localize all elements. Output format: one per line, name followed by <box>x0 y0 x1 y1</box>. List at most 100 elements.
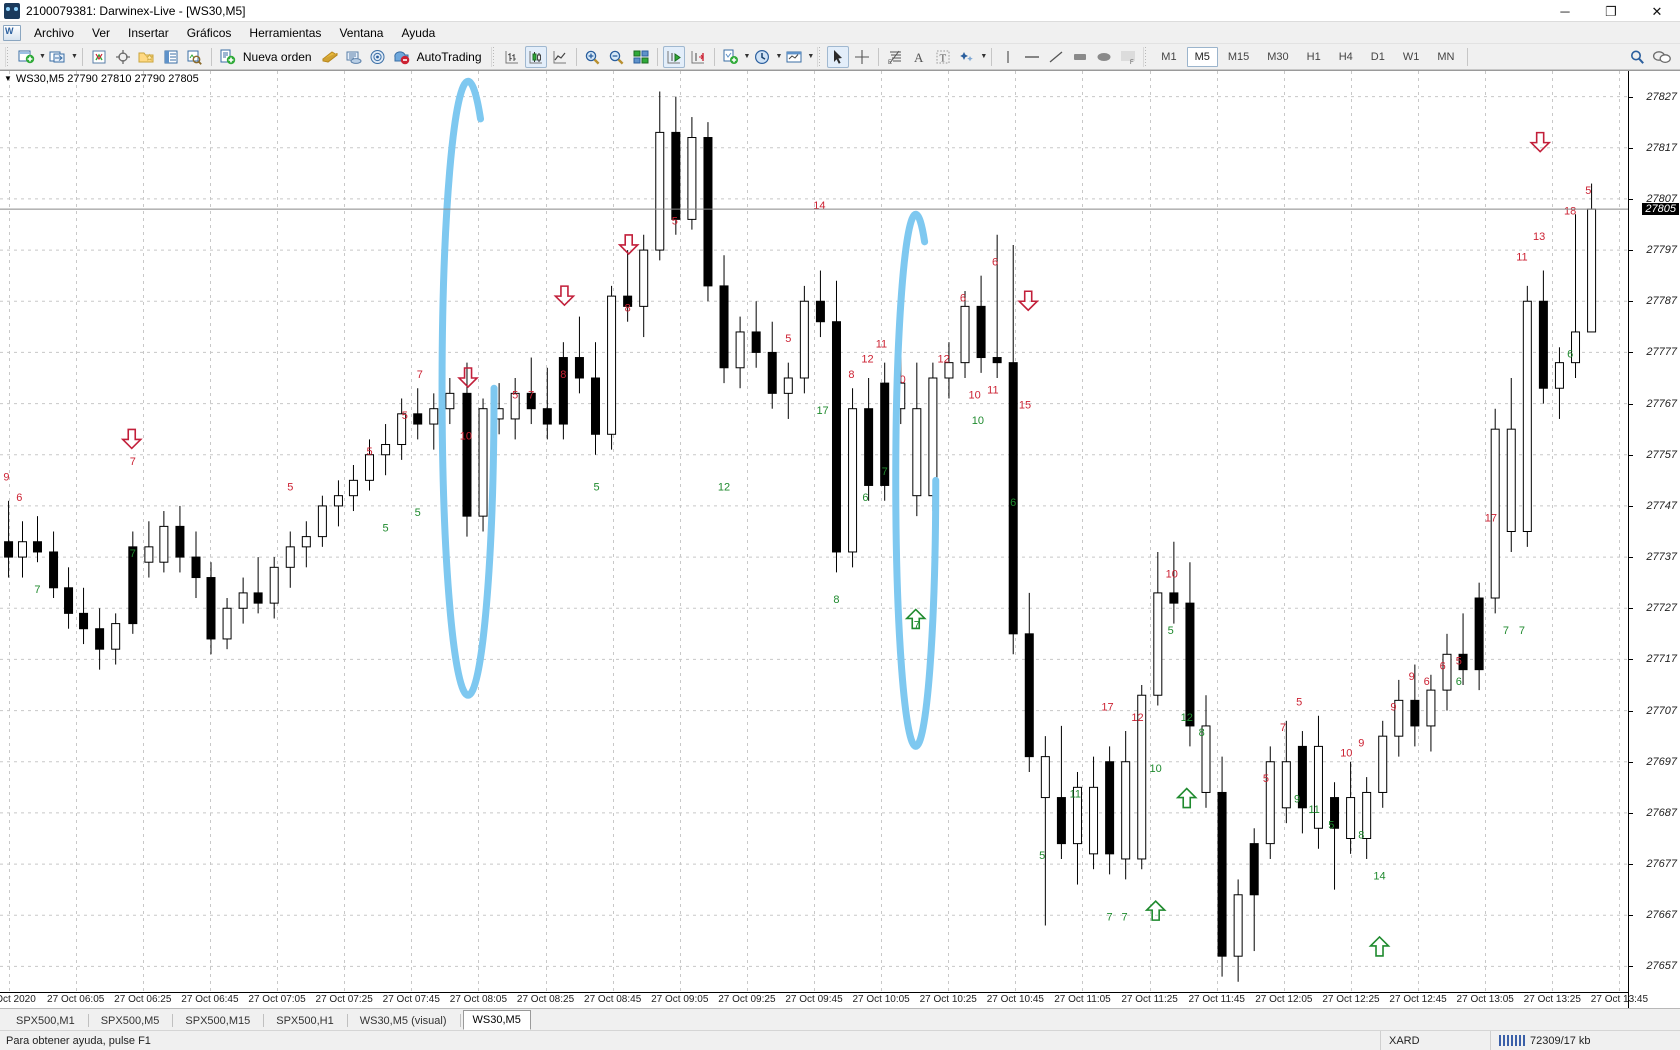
cursor-button[interactable] <box>827 45 850 68</box>
strategy-tester-button[interactable] <box>184 46 206 68</box>
bar-chart-button[interactable] <box>501 46 523 68</box>
chart-canvas[interactable]: 9675557105 7885145812111012610 11615171210… <box>0 71 1680 1008</box>
diagonal-line-button[interactable] <box>1045 46 1067 68</box>
autotrading-button[interactable] <box>391 46 413 68</box>
sell-arrow-icon <box>1017 290 1040 312</box>
timeframe-h1[interactable]: H1 <box>1299 47 1329 67</box>
periods-button[interactable] <box>751 46 773 68</box>
ellipse-button[interactable] <box>1093 46 1115 68</box>
chart-collapse-icon[interactable]: ▼ <box>4 74 12 83</box>
zoom-out-button[interactable] <box>606 46 628 68</box>
navigator-button[interactable] <box>136 46 158 68</box>
vertical-line-button[interactable] <box>997 46 1019 68</box>
toolbar-grip-1[interactable] <box>5 46 11 67</box>
candle-body <box>735 331 745 369</box>
timeframe-mn[interactable]: MN <box>1429 47 1462 67</box>
chart-tab-spx500-m15[interactable]: SPX500,M15 <box>175 1011 260 1030</box>
indicators-dropdown-icon[interactable]: ▼ <box>744 53 751 60</box>
metaeditor-button[interactable] <box>319 46 341 68</box>
candle-body <box>1506 428 1516 532</box>
menu-herramientas[interactable]: Herramientas <box>240 24 330 42</box>
candle-body <box>815 300 825 323</box>
menu-ayuda[interactable]: Ayuda <box>392 24 444 42</box>
signals-button[interactable] <box>367 46 389 68</box>
marker-label-green: 5 <box>383 523 389 535</box>
market-watch-button[interactable] <box>88 46 110 68</box>
mdi-document-icon[interactable] <box>3 24 21 41</box>
new-order-button[interactable] <box>217 46 239 68</box>
time-scale[interactable]: 27 Oct 2020 27 Oct 06:05 27 Oct 06:25 27 Oc… <box>0 992 1648 1008</box>
price-label: 27687 <box>1646 806 1677 819</box>
templates-dropdown-icon[interactable]: ▼ <box>807 53 814 60</box>
menu-graficos[interactable]: Gráficos <box>178 24 241 42</box>
menu-insertar[interactable]: Insertar <box>119 24 178 42</box>
horizontal-line-button[interactable] <box>1021 46 1043 68</box>
search-button[interactable] <box>1627 46 1649 68</box>
timeframe-w1[interactable]: W1 <box>1395 47 1428 67</box>
text-button[interactable]: A <box>908 46 930 68</box>
candle-body <box>445 392 455 410</box>
grid-pattern-button[interactable]: F <box>1117 46 1139 68</box>
price-label: 27797 <box>1646 244 1677 257</box>
shapes-button[interactable] <box>956 46 978 68</box>
marker-label-red: 12 <box>1131 712 1143 724</box>
auto-scroll-button[interactable] <box>662 45 685 68</box>
profiles-dropdown-icon[interactable]: ▼ <box>71 53 78 60</box>
new-order-label[interactable]: Nueva orden <box>240 50 318 64</box>
periods-dropdown-icon[interactable]: ▼ <box>775 53 782 60</box>
fibonacci-button[interactable]: E <box>884 46 906 68</box>
tile-windows-button[interactable] <box>630 46 652 68</box>
chart-tab-ws30-m5[interactable]: WS30,M5 <box>462 1010 531 1030</box>
menu-archivo[interactable]: Archivo <box>25 24 83 42</box>
line-chart-button[interactable] <box>549 46 571 68</box>
price-tick <box>1629 352 1633 354</box>
mql5-community-button[interactable] <box>343 46 365 68</box>
close-button[interactable]: ✕ <box>1634 0 1680 22</box>
timeframe-m5[interactable]: M5 <box>1186 46 1218 67</box>
new-chart-dropdown-icon[interactable]: ▼ <box>39 53 46 60</box>
new-chart-button[interactable] <box>15 46 37 68</box>
timeframe-m15[interactable]: M15 <box>1220 47 1257 67</box>
chart-shift-button[interactable] <box>687 46 709 68</box>
terminal-button[interactable] <box>160 46 182 68</box>
toolbar-separator-3 <box>575 47 577 66</box>
toolbar-grip-2[interactable] <box>490 46 497 67</box>
templates-button[interactable] <box>783 46 805 68</box>
buy-arrow-icon <box>1144 900 1167 921</box>
candlestick-chart-button[interactable] <box>524 45 547 68</box>
text-label-button[interactable]: T <box>932 46 954 68</box>
autotrading-label[interactable]: AutoTrading <box>414 50 488 64</box>
crosshair-button[interactable] <box>851 46 873 68</box>
toolbar-separator-8 <box>1467 47 1469 66</box>
candle-body <box>32 541 42 553</box>
close-icon: ✕ <box>1651 3 1663 19</box>
timeframe-m30[interactable]: M30 <box>1259 47 1296 67</box>
rectangle-button[interactable] <box>1069 46 1091 68</box>
chart-tab-spx500-m5[interactable]: SPX500,M5 <box>91 1011 170 1030</box>
toolbar-grip-3[interactable] <box>817 46 824 67</box>
minimize-button[interactable]: ─ <box>1542 0 1588 22</box>
timeframe-h4[interactable]: H4 <box>1331 47 1361 67</box>
menu-ventana[interactable]: Ventana <box>330 24 392 42</box>
marker-label-red: 10 <box>969 389 981 401</box>
timeframe-m1[interactable]: M1 <box>1153 47 1184 67</box>
toolbar-grip-4[interactable] <box>1143 46 1150 67</box>
chat-button[interactable] <box>1651 46 1673 68</box>
svg-text:F: F <box>1130 60 1134 65</box>
chart-tab-spx500-h1[interactable]: SPX500,H1 <box>266 1011 343 1030</box>
price-tick <box>1629 710 1633 712</box>
timeframe-d1[interactable]: D1 <box>1363 47 1393 67</box>
chart-area[interactable]: ▼ WS30,M5 27790 27810 27790 27805 967555… <box>0 70 1680 1008</box>
marker-label-green: 9 <box>1294 794 1300 806</box>
profiles-button[interactable] <box>47 46 69 68</box>
price-scale[interactable]: 27827 27817 27807 27797 27787 27777 27767 27757… <box>1628 71 1680 1008</box>
chart-tab-ws30-m5-visual[interactable]: WS30,M5 (visual) <box>350 1011 457 1030</box>
maximize-button[interactable]: ❐ <box>1588 0 1634 22</box>
price-tick <box>1629 659 1633 661</box>
zoom-in-button[interactable] <box>582 46 604 68</box>
indicators-button[interactable] <box>720 46 742 68</box>
data-window-button[interactable] <box>112 46 134 68</box>
shapes-dropdown-icon[interactable]: ▼ <box>980 53 987 60</box>
chart-tab-spx500-m1[interactable]: SPX500,M1 <box>6 1011 85 1030</box>
menu-ver[interactable]: Ver <box>83 24 119 42</box>
